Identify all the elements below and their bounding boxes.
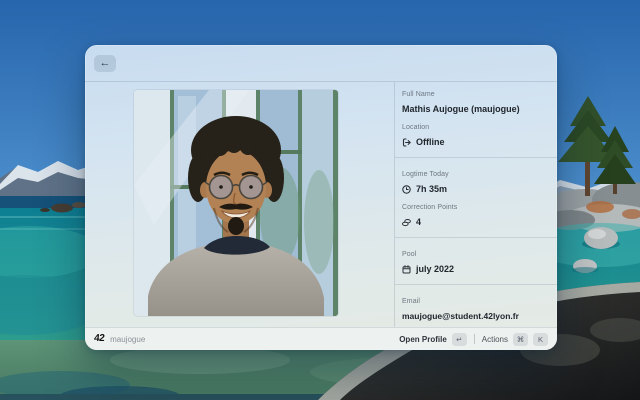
field-value: 7h 35m bbox=[416, 183, 447, 196]
enter-key-badge: ↵ bbox=[452, 333, 467, 346]
profile-window: ← bbox=[85, 45, 557, 350]
calendar-icon bbox=[402, 265, 411, 274]
field-email: Email maujogue@student.42lyon.fr bbox=[402, 298, 545, 323]
profile-photo bbox=[134, 90, 338, 316]
search-query-text: maujogue bbox=[110, 335, 145, 344]
coins-icon bbox=[402, 218, 411, 227]
actions-button[interactable]: Actions bbox=[482, 335, 508, 344]
k-key-badge: K bbox=[533, 333, 548, 346]
action-bar: 42 maujogue Open Profile ↵ Actions ⌘ K bbox=[85, 327, 557, 350]
window-header: ← bbox=[85, 45, 557, 82]
field-pool: Pool july 2022 bbox=[402, 251, 545, 276]
field-label: Full Name bbox=[402, 91, 545, 99]
field-label: Location bbox=[402, 124, 545, 132]
metadata-panel: Full Name Mathis Aujogue (maujogue) Loca… bbox=[394, 82, 557, 327]
section-divider bbox=[395, 157, 557, 158]
logout-icon bbox=[402, 138, 411, 147]
field-value: Mathis Aujogue (maujogue) bbox=[402, 103, 545, 116]
cmd-key-badge: ⌘ bbox=[513, 333, 528, 346]
field-value: Offline bbox=[416, 136, 445, 149]
desktop: ← bbox=[0, 0, 640, 400]
field-label: Pool bbox=[402, 251, 545, 259]
section-divider bbox=[395, 237, 557, 238]
field-correction-points: Correction Points 4 bbox=[402, 204, 545, 229]
field-value: maujogue@student.42lyon.fr bbox=[402, 310, 545, 323]
field-value: 4 bbox=[416, 216, 421, 229]
field-logtime: Logtime Today 7h 35m bbox=[402, 171, 545, 196]
section-divider bbox=[395, 284, 557, 285]
field-location: Location Offline bbox=[402, 124, 545, 149]
field-value: july 2022 bbox=[416, 263, 454, 276]
back-button[interactable]: ← bbox=[94, 55, 116, 72]
field-label: Email bbox=[402, 298, 545, 306]
field-label: Logtime Today bbox=[402, 171, 545, 179]
open-profile-button[interactable]: Open Profile bbox=[399, 335, 447, 344]
field-label: Correction Points bbox=[402, 204, 545, 212]
field-full-name: Full Name Mathis Aujogue (maujogue) bbox=[402, 91, 545, 116]
clock-icon bbox=[402, 185, 411, 194]
42-logo-icon: 42 bbox=[93, 334, 104, 344]
footer-divider bbox=[474, 334, 475, 344]
